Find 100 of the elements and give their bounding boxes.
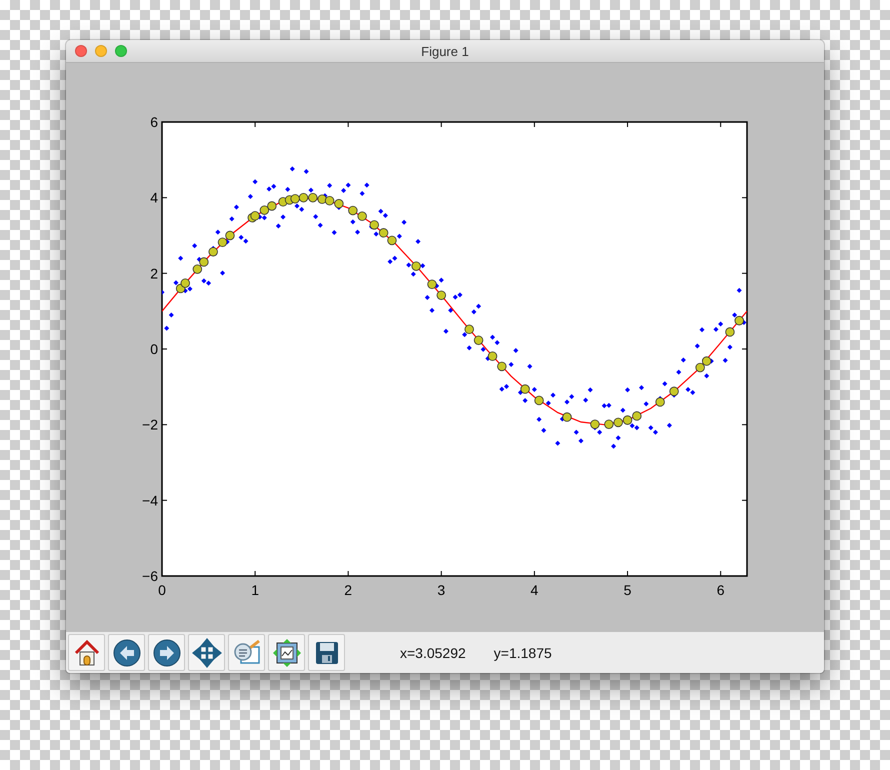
data-point [680, 357, 686, 362]
data-point [280, 214, 286, 220]
sample-point [669, 386, 679, 396]
sample-point [208, 247, 218, 256]
data-point [416, 239, 421, 244]
back-button[interactable] [108, 634, 145, 671]
data-point [541, 428, 546, 433]
data-point [178, 256, 184, 261]
data-point [430, 308, 434, 313]
sample-point [180, 278, 190, 288]
data-point [164, 326, 170, 331]
sample-point [520, 384, 530, 394]
sample-point [464, 324, 474, 334]
sample-point [427, 280, 437, 289]
data-point [420, 263, 426, 268]
data-point [162, 290, 164, 295]
sample-point [702, 356, 712, 366]
sample-point [290, 194, 300, 204]
data-point [736, 288, 742, 293]
data-point [396, 234, 402, 239]
sample-point [324, 196, 334, 206]
sample-point [298, 192, 308, 202]
data-point [536, 416, 542, 422]
data-point [443, 328, 448, 334]
data-point [611, 444, 616, 449]
sample-point [334, 199, 344, 208]
sample-point [250, 211, 260, 221]
sample-point [695, 362, 705, 372]
data-point [402, 220, 407, 225]
sample-point [357, 212, 367, 221]
data-point [574, 430, 579, 435]
tick-label: 1 [251, 582, 259, 598]
data-point [700, 327, 704, 332]
data-point [639, 385, 644, 390]
sample-point [260, 205, 270, 215]
data-point [276, 224, 281, 229]
sample-point [370, 220, 379, 230]
data-point [192, 243, 198, 248]
sample-point [387, 236, 397, 246]
data-point [466, 345, 472, 350]
data-point [616, 435, 621, 440]
sample-point [192, 264, 202, 274]
data-point [168, 312, 174, 318]
data-point [662, 381, 668, 386]
tick-label: −6 [142, 568, 158, 584]
coordinate-readout: y=1.1875 [494, 644, 552, 660]
sample-point [655, 397, 665, 407]
data-point [220, 270, 226, 276]
tick-label: 2 [150, 265, 158, 282]
data-point [704, 373, 710, 378]
data-point [448, 308, 454, 313]
tick-label: 2 [344, 582, 352, 598]
sample-point [614, 418, 623, 428]
tick-label: 6 [716, 582, 725, 598]
data-point [727, 344, 732, 350]
data-point [327, 183, 332, 188]
sample-point [497, 362, 507, 372]
data-point [424, 295, 430, 300]
subplots-icon [272, 638, 302, 668]
tick-label: 5 [624, 582, 632, 598]
sample-point [378, 228, 388, 238]
data-point [555, 440, 560, 446]
tick-label: 0 [150, 341, 158, 357]
window-title: Figure 1 [421, 44, 469, 58]
subplots-button[interactable] [268, 634, 305, 671]
tick-label: 3 [437, 582, 446, 598]
sample-point [562, 412, 572, 422]
tick-label: 0 [158, 582, 166, 598]
pan-button[interactable] [188, 634, 225, 671]
tick-label: 4 [150, 190, 158, 206]
zoom-button[interactable] [228, 634, 265, 671]
data-point [527, 364, 532, 369]
data-point [313, 214, 318, 220]
data-point [620, 408, 626, 413]
data-point [462, 332, 468, 338]
data-point [578, 438, 584, 444]
save-button[interactable] [308, 634, 345, 671]
sample-point [590, 420, 600, 429]
sample-point [534, 396, 544, 406]
tick-label: 4 [530, 582, 538, 598]
sample-point [488, 352, 498, 361]
tick-label: −4 [142, 492, 158, 508]
sample-point [474, 336, 484, 345]
close-button[interactable] [75, 45, 87, 57]
data-point [355, 230, 360, 235]
data-point [625, 387, 630, 392]
data-point [722, 358, 728, 363]
data-point [229, 216, 234, 222]
forward-button[interactable] [148, 634, 185, 671]
data-point [318, 222, 323, 228]
home-button[interactable] [68, 634, 105, 671]
coordinate-readout: x=3.05292 [400, 644, 466, 660]
sample-point [622, 415, 632, 425]
data-point [248, 194, 253, 200]
data-point [234, 204, 239, 210]
data-point [360, 191, 365, 196]
sample-point [604, 420, 614, 429]
sample-point [734, 316, 744, 326]
data-point [350, 219, 356, 224]
data-point [732, 312, 738, 318]
